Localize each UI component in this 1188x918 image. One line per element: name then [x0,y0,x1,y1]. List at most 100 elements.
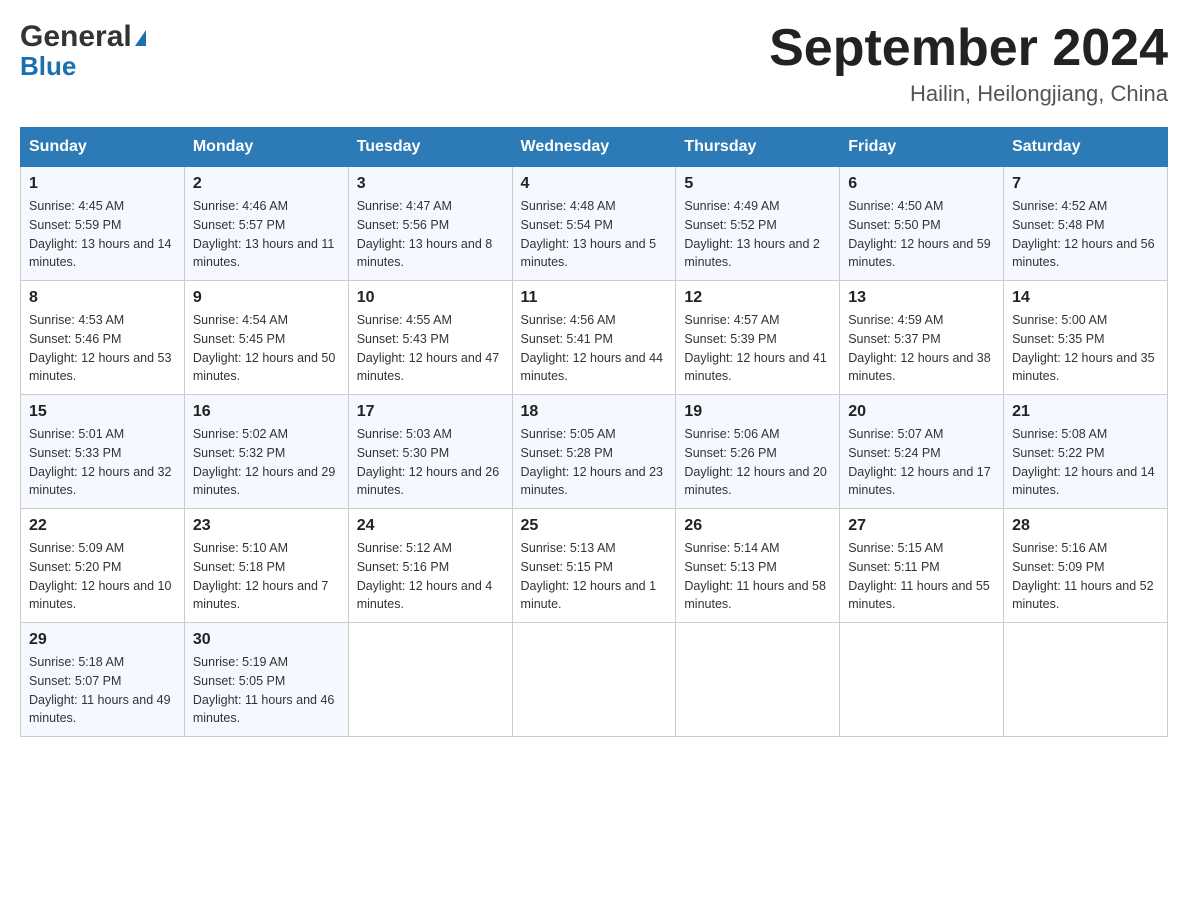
calendar-cell: 3 Sunrise: 4:47 AMSunset: 5:56 PMDaylight… [348,167,512,281]
calendar-body: 1 Sunrise: 4:45 AMSunset: 5:59 PMDaylight… [21,167,1168,737]
day-info: Sunrise: 4:53 AMSunset: 5:46 PMDaylight:… [29,311,176,386]
logo-blue-text: Blue [20,51,76,82]
calendar-cell: 9 Sunrise: 4:54 AMSunset: 5:45 PMDaylight… [184,281,348,395]
calendar-cell: 24Sunrise: 5:12 AMSunset: 5:16 PMDayligh… [348,509,512,623]
day-info: Sunrise: 5:19 AMSunset: 5:05 PMDaylight:… [193,653,340,728]
calendar-cell: 7Sunrise: 4:52 AMSunset: 5:48 PMDaylight… [1004,167,1168,281]
day-number: 1 [29,175,176,193]
calendar-cell: 18 Sunrise: 5:05 AMSunset: 5:28 PMDayligh… [512,395,676,509]
calendar-cell: 28 Sunrise: 5:16 AMSunset: 5:09 PMDayligh… [1004,509,1168,623]
calendar-cell: 30 Sunrise: 5:19 AMSunset: 5:05 PMDayligh… [184,623,348,737]
calendar-cell: 13 Sunrise: 4:59 AMSunset: 5:37 PMDayligh… [840,281,1004,395]
day-info: Sunrise: 5:05 AMSunset: 5:28 PMDaylight:… [521,425,668,500]
day-info: Sunrise: 4:54 AMSunset: 5:45 PMDaylight:… [193,311,340,386]
day-info: Sunrise: 5:10 AMSunset: 5:18 PMDaylight:… [193,539,340,614]
calendar-cell: 27Sunrise: 5:15 AMSunset: 5:11 PMDayligh… [840,509,1004,623]
day-info: Sunrise: 4:47 AMSunset: 5:56 PMDaylight:… [357,197,504,272]
page-header: General Blue September 2024 Hailin, Heil… [20,20,1168,107]
col-tuesday: Tuesday [348,128,512,167]
day-number: 20 [848,403,995,421]
calendar-cell: 22Sunrise: 5:09 AMSunset: 5:20 PMDayligh… [21,509,185,623]
day-number: 23 [193,517,340,535]
day-number: 29 [29,631,176,649]
day-info: Sunrise: 4:56 AMSunset: 5:41 PMDaylight:… [521,311,668,386]
day-info: Sunrise: 4:52 AMSunset: 5:48 PMDaylight:… [1012,197,1159,272]
calendar-cell [676,623,840,737]
day-number: 4 [521,175,668,193]
calendar-cell [1004,623,1168,737]
calendar-cell: 14 Sunrise: 5:00 AMSunset: 5:35 PMDayligh… [1004,281,1168,395]
col-wednesday: Wednesday [512,128,676,167]
day-info: Sunrise: 5:18 AMSunset: 5:07 PMDaylight:… [29,653,176,728]
calendar-cell: 21 Sunrise: 5:08 AMSunset: 5:22 PMDayligh… [1004,395,1168,509]
logo: General Blue [20,20,146,82]
calendar-cell: 10 Sunrise: 4:55 AMSunset: 5:43 PMDayligh… [348,281,512,395]
calendar-cell: 29 Sunrise: 5:18 AMSunset: 5:07 PMDayligh… [21,623,185,737]
day-number: 22 [29,517,176,535]
day-info: Sunrise: 5:08 AMSunset: 5:22 PMDaylight:… [1012,425,1159,500]
calendar-cell: 8 Sunrise: 4:53 AMSunset: 5:46 PMDaylight… [21,281,185,395]
calendar-cell: 6 Sunrise: 4:50 AMSunset: 5:50 PMDaylight… [840,167,1004,281]
day-number: 10 [357,289,504,307]
day-info: Sunrise: 4:50 AMSunset: 5:50 PMDaylight:… [848,197,995,272]
day-number: 27 [848,517,995,535]
day-number: 6 [848,175,995,193]
day-info: Sunrise: 5:06 AMSunset: 5:26 PMDaylight:… [684,425,831,500]
header-row: Sunday Monday Tuesday Wednesday Thursday… [21,128,1168,167]
col-friday: Friday [840,128,1004,167]
title-block: September 2024 Hailin, Heilongjiang, Chi… [769,20,1168,107]
calendar-table: Sunday Monday Tuesday Wednesday Thursday… [20,127,1168,737]
calendar-cell: 2Sunrise: 4:46 AMSunset: 5:57 PMDaylight… [184,167,348,281]
day-info: Sunrise: 5:07 AMSunset: 5:24 PMDaylight:… [848,425,995,500]
col-sunday: Sunday [21,128,185,167]
col-saturday: Saturday [1004,128,1168,167]
day-info: Sunrise: 5:01 AMSunset: 5:33 PMDaylight:… [29,425,176,500]
calendar-cell: 11Sunrise: 4:56 AMSunset: 5:41 PMDayligh… [512,281,676,395]
calendar-cell: 19 Sunrise: 5:06 AMSunset: 5:26 PMDayligh… [676,395,840,509]
day-info: Sunrise: 4:49 AMSunset: 5:52 PMDaylight:… [684,197,831,272]
day-number: 3 [357,175,504,193]
calendar-cell: 23 Sunrise: 5:10 AMSunset: 5:18 PMDayligh… [184,509,348,623]
day-info: Sunrise: 5:14 AMSunset: 5:13 PMDaylight:… [684,539,831,614]
day-info: Sunrise: 5:16 AMSunset: 5:09 PMDaylight:… [1012,539,1159,614]
col-thursday: Thursday [676,128,840,167]
day-info: Sunrise: 4:57 AMSunset: 5:39 PMDaylight:… [684,311,831,386]
day-info: Sunrise: 5:03 AMSunset: 5:30 PMDaylight:… [357,425,504,500]
calendar-cell: 20 Sunrise: 5:07 AMSunset: 5:24 PMDayligh… [840,395,1004,509]
day-number: 14 [1012,289,1159,307]
day-number: 19 [684,403,831,421]
calendar-week-row: 15 Sunrise: 5:01 AMSunset: 5:33 PMDayligh… [21,395,1168,509]
day-info: Sunrise: 5:00 AMSunset: 5:35 PMDaylight:… [1012,311,1159,386]
calendar-cell [840,623,1004,737]
logo-general-text: General [20,20,146,53]
day-number: 8 [29,289,176,307]
calendar-cell: 25 Sunrise: 5:13 AMSunset: 5:15 PMDayligh… [512,509,676,623]
calendar-cell: 1 Sunrise: 4:45 AMSunset: 5:59 PMDaylight… [21,167,185,281]
day-number: 16 [193,403,340,421]
day-info: Sunrise: 5:02 AMSunset: 5:32 PMDaylight:… [193,425,340,500]
day-number: 5 [684,175,831,193]
day-info: Sunrise: 5:13 AMSunset: 5:15 PMDaylight:… [521,539,668,614]
day-number: 9 [193,289,340,307]
day-number: 30 [193,631,340,649]
day-info: Sunrise: 4:48 AMSunset: 5:54 PMDaylight:… [521,197,668,272]
day-number: 28 [1012,517,1159,535]
calendar-cell: 4 Sunrise: 4:48 AMSunset: 5:54 PMDaylight… [512,167,676,281]
day-info: Sunrise: 4:59 AMSunset: 5:37 PMDaylight:… [848,311,995,386]
calendar-cell: 17Sunrise: 5:03 AMSunset: 5:30 PMDayligh… [348,395,512,509]
day-number: 15 [29,403,176,421]
day-number: 21 [1012,403,1159,421]
calendar-cell: 15 Sunrise: 5:01 AMSunset: 5:33 PMDayligh… [21,395,185,509]
day-number: 25 [521,517,668,535]
calendar-cell [512,623,676,737]
day-info: Sunrise: 4:55 AMSunset: 5:43 PMDaylight:… [357,311,504,386]
calendar-week-row: 1 Sunrise: 4:45 AMSunset: 5:59 PMDaylight… [21,167,1168,281]
day-info: Sunrise: 4:46 AMSunset: 5:57 PMDaylight:… [193,197,340,272]
day-number: 12 [684,289,831,307]
day-number: 18 [521,403,668,421]
calendar-cell [348,623,512,737]
day-number: 13 [848,289,995,307]
day-number: 24 [357,517,504,535]
day-info: Sunrise: 4:45 AMSunset: 5:59 PMDaylight:… [29,197,176,272]
calendar-header: Sunday Monday Tuesday Wednesday Thursday… [21,128,1168,167]
